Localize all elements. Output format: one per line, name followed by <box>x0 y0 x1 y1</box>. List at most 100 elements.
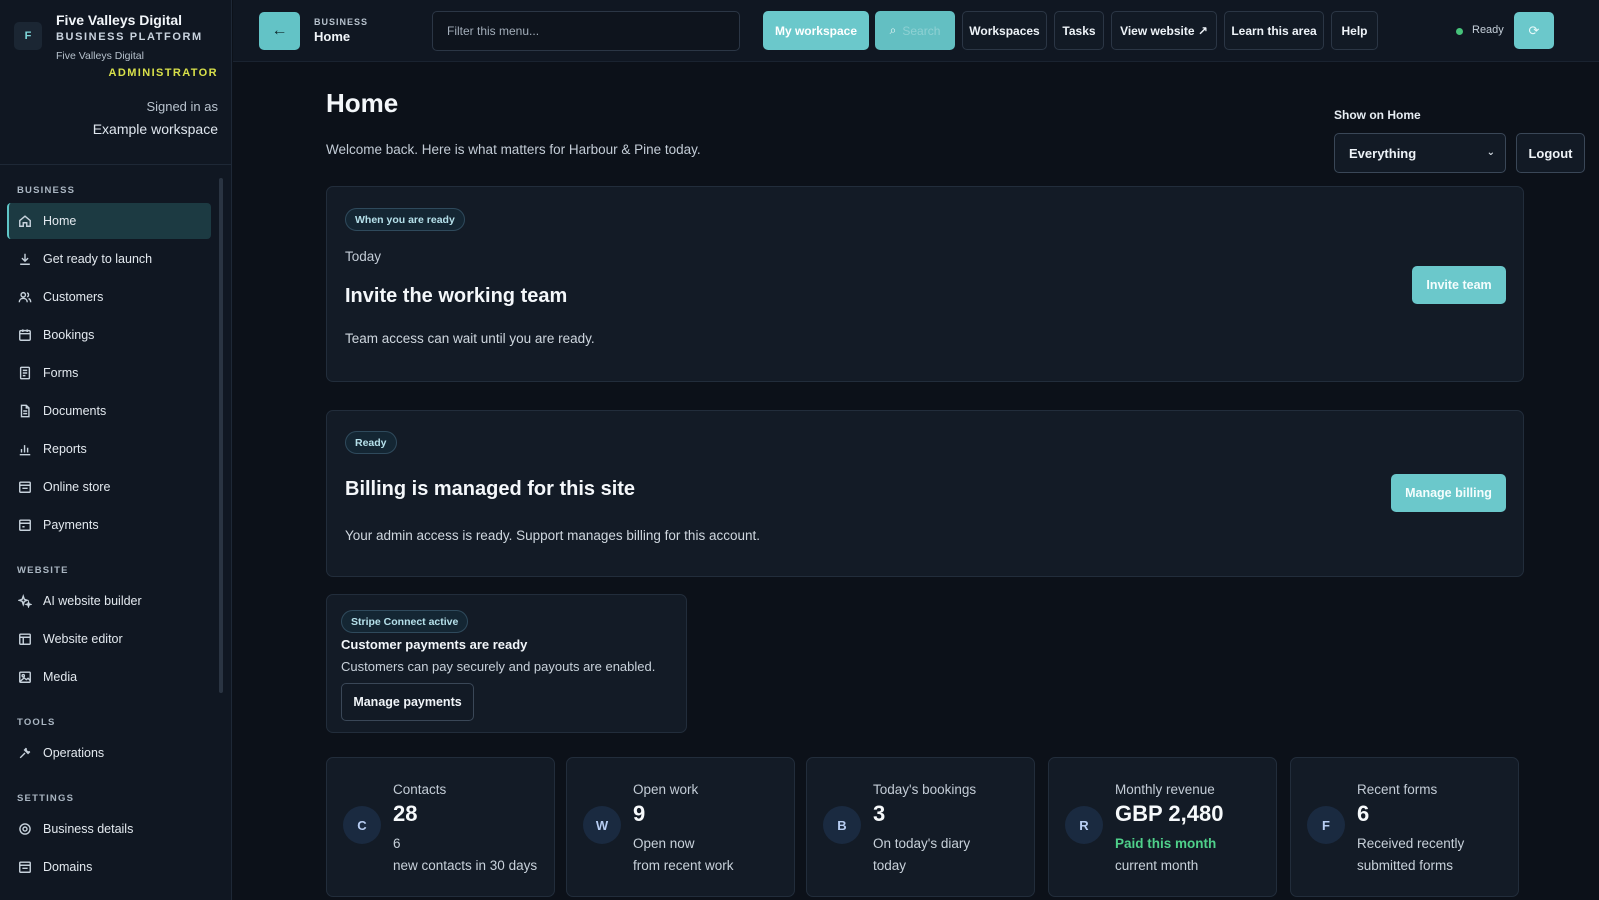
invite-team-button[interactable]: Invite team <box>1412 266 1506 304</box>
show-on-home-select[interactable]: Everything ⌄ <box>1334 133 1506 173</box>
welcome-text: Welcome back. Here is what matters for H… <box>326 142 701 157</box>
manage-payments-button[interactable]: Manage payments <box>341 683 474 721</box>
filter-menu-input[interactable] <box>432 11 740 51</box>
breadcrumb-section: BUSINESS <box>314 17 369 27</box>
stat-sub: new contacts in 30 days <box>393 858 538 873</box>
avatar: W <box>583 806 621 844</box>
sidebar-item-online-store[interactable]: Online store <box>7 469 211 505</box>
refresh-icon: ⟳ <box>1528 22 1540 38</box>
sidebar-item-forms[interactable]: Forms <box>7 355 211 391</box>
sidebar-scrollbar[interactable] <box>218 168 224 693</box>
sidebar-item-label: Operations <box>43 746 105 760</box>
calendar-icon <box>18 328 32 342</box>
stat-value: 9 <box>633 801 646 826</box>
store-icon <box>18 480 32 494</box>
page-title: Home <box>326 88 399 118</box>
stat-value: 3 <box>873 801 886 826</box>
sidebar-item-label: Reports <box>43 442 87 456</box>
sidebar-item-documents[interactable]: Documents <box>7 393 211 429</box>
stat-sub: current month <box>1115 858 1199 873</box>
my-workspace-button[interactable]: My workspace <box>763 11 869 50</box>
image-icon <box>18 670 32 684</box>
stat-sub: submitted forms <box>1357 858 1454 873</box>
nav-section-tools: TOOLS <box>17 717 56 728</box>
sidebar-item-customers[interactable]: Customers <box>7 279 211 315</box>
avatar: F <box>1307 806 1345 844</box>
document-icon <box>18 404 32 418</box>
stat-value: GBP 2,480 <box>1115 801 1224 826</box>
brand-logo-icon: F <box>14 22 42 50</box>
stat-card-open-work[interactable]: W Open work 9 Open now from recent work <box>566 757 795 897</box>
stat-card-revenue[interactable]: R Monthly revenue GBP 2,480 Paid this mo… <box>1048 757 1277 897</box>
tasks-button[interactable]: Tasks <box>1054 11 1104 50</box>
sidebar-item-label: Forms <box>43 366 79 380</box>
download-icon <box>18 252 32 266</box>
domain-icon <box>18 860 32 874</box>
sidebar-item-label: Media <box>43 670 78 684</box>
stat-value: 28 <box>393 801 418 826</box>
stat-sub: today <box>873 858 907 873</box>
stat-card-contacts[interactable]: C Contacts 28 6 new contacts in 30 days <box>326 757 555 897</box>
sidebar-scroll-thumb[interactable] <box>219 178 223 693</box>
card-title: Customer payments are ready <box>341 637 528 652</box>
stat-label: Monthly revenue <box>1115 782 1215 797</box>
tools-icon <box>18 746 32 760</box>
sidebar-item-reports[interactable]: Reports <box>7 431 211 467</box>
breadcrumb-page: Home <box>314 29 351 44</box>
help-button[interactable]: Help <box>1331 11 1378 50</box>
invite-team-card: When you are ready Today Invite the work… <box>326 186 1524 382</box>
back-button[interactable]: ← <box>259 12 300 50</box>
brand-block: F Five Valleys Digital BUSINESS PLATFORM… <box>0 0 232 165</box>
avatar: C <box>343 806 381 844</box>
payments-icon <box>18 518 32 532</box>
sidebar-item-bookings[interactable]: Bookings <box>7 317 211 353</box>
chevron-down-icon: ⌄ <box>1486 147 1495 158</box>
manage-billing-button[interactable]: Manage billing <box>1391 474 1506 512</box>
topbar: ← BUSINESS Home My workspace ⌕ Search Wo… <box>233 0 1599 62</box>
bar-chart-icon <box>18 442 32 456</box>
stat-label: Today's bookings <box>873 782 977 797</box>
stat-card-bookings[interactable]: B Today's bookings 3 On today's diary to… <box>806 757 1035 897</box>
sidebar-item-payments[interactable]: Payments <box>7 507 211 543</box>
brand-subname: Five Valleys Digital <box>56 50 144 62</box>
stat-value: 6 <box>1357 801 1370 826</box>
sidebar-item-home[interactable]: Home <box>7 203 211 239</box>
refresh-button[interactable]: ⟳ <box>1514 12 1554 49</box>
status-dot <box>1456 28 1463 35</box>
search-button[interactable]: ⌕ Search <box>875 11 955 50</box>
sidebar-item-get-ready[interactable]: Get ready to launch <box>7 241 211 277</box>
logout-button[interactable]: Logout <box>1516 133 1585 173</box>
view-website-button[interactable]: View website ↗ <box>1111 11 1217 50</box>
brand-name: Five Valleys Digital <box>56 12 183 28</box>
sidebar-item-domains[interactable]: Domains <box>7 849 211 885</box>
stat-sub: from recent work <box>633 858 734 873</box>
stat-card-forms[interactable]: F Recent forms 6 Received recently submi… <box>1290 757 1519 897</box>
sidebar-item-label: Website editor <box>43 632 123 646</box>
workspaces-button[interactable]: Workspaces <box>962 11 1047 50</box>
search-icon: ⌕ <box>889 23 897 37</box>
status-badge: Stripe Connect active <box>341 610 469 633</box>
sidebar-nav: BUSINESS Home Get ready to launch Custom… <box>0 175 218 885</box>
brand-platform: BUSINESS PLATFORM <box>56 31 203 43</box>
sidebar-item-label: Customers <box>43 290 104 304</box>
learn-area-button[interactable]: Learn this area <box>1224 11 1324 50</box>
stat-note: Paid this month <box>1115 836 1217 851</box>
show-on-home-value: Everything <box>1349 145 1417 161</box>
sidebar-item-label: Documents <box>43 404 107 418</box>
sidebar-item-website-editor[interactable]: Website editor <box>7 621 211 657</box>
sidebar-item-ai-website-builder[interactable]: AI website builder <box>7 583 211 619</box>
form-icon <box>18 366 32 380</box>
sidebar-item-label: Online store <box>43 480 111 494</box>
stat-label: Open work <box>633 782 699 797</box>
nav-section-settings: SETTINGS <box>17 793 75 804</box>
signed-in-workspace: Example workspace <box>92 121 218 137</box>
avatar: B <box>823 806 861 844</box>
sidebar-item-media[interactable]: Media <box>7 659 211 695</box>
status-badge: When you are ready <box>345 208 465 231</box>
layout-icon <box>18 632 32 646</box>
stripe-payments-card: Stripe Connect active Customer payments … <box>326 594 687 733</box>
stat-note: Open now <box>633 836 695 851</box>
sidebar-item-operations[interactable]: Operations <box>7 735 211 771</box>
signed-in-label: Signed in as <box>146 99 218 114</box>
sidebar-item-business-details[interactable]: Business details <box>7 811 211 847</box>
